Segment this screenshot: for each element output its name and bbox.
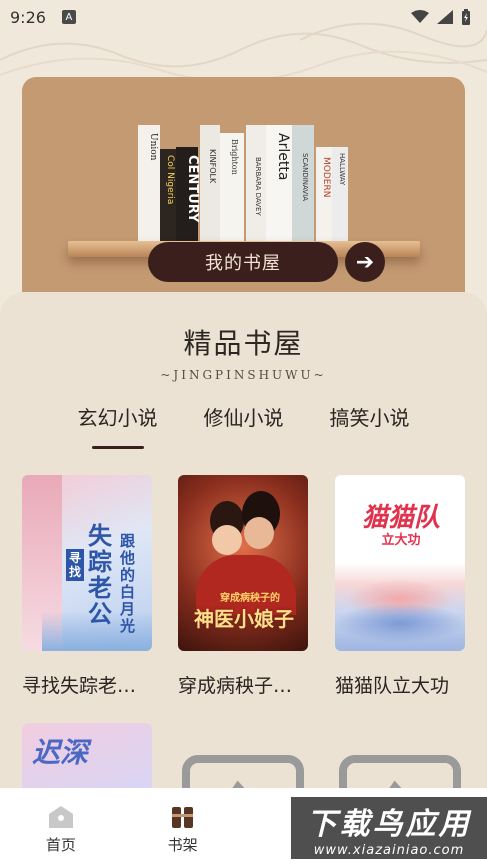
category-tabs: 玄幻小说 修仙小说 搞笑小说 <box>0 402 487 449</box>
cover-subtitle: 穿成病秧子的 <box>220 593 280 604</box>
bookshelf-icon <box>171 807 193 828</box>
book-title[interactable]: 猫猫队立大功 <box>335 671 467 698</box>
book-card[interactable]: 穿成病秧子的 神医小娘子 穿成病秧子… <box>178 475 308 698</box>
cover-subtitle: 立大功 <box>381 533 421 548</box>
book-cover[interactable]: 猫猫队 立大功 <box>335 475 465 651</box>
my-bookshelf-button[interactable]: 我的书屋 <box>148 242 338 282</box>
nav-bookshelf[interactable]: 书架 <box>122 788 244 867</box>
watermark-url: www.xiazainiao.com <box>313 842 465 858</box>
section-title: 精品书屋 <box>183 327 304 360</box>
nav-home[interactable]: 首页 <box>0 788 122 867</box>
spine-col-nigeria: Col Nigeria <box>165 155 175 204</box>
spine-union: Union <box>148 133 158 161</box>
spine-scandinavia: SCANDINAVIA <box>301 153 309 201</box>
book-card[interactable]: 猫猫队 立大功 猫猫队立大功 <box>335 475 465 698</box>
book-card[interactable]: 失踪老公 跟他的白月光 寻找 寻找失踪老… <box>22 475 152 698</box>
tab-xiuxian[interactable]: 修仙小说 <box>200 402 288 442</box>
spine-kinfolk: KINFOLK <box>208 149 217 184</box>
cover-title: 失踪老公 <box>88 521 112 628</box>
arrow-right-icon[interactable]: ➔ <box>345 242 385 282</box>
bookshelf-banner: Union Col Nigeria CENTURY KINFOLK Bright… <box>22 77 465 312</box>
nav-bookshelf-label: 书架 <box>167 836 198 854</box>
spine-barbara: BARBARA DAVEY <box>254 157 262 216</box>
cover-subtitle: 跟他的白月光 <box>120 532 136 635</box>
book-title[interactable]: 穿成病秧子… <box>178 671 310 698</box>
spine-arletta: Arletta <box>275 133 291 180</box>
spine-brighton: Brighton <box>230 139 239 175</box>
cover-title: 迟深 <box>32 736 89 769</box>
tab-xuanhuan[interactable]: 玄幻小说 <box>74 402 162 449</box>
spine-century: CENTURY <box>185 155 200 223</box>
book-cover[interactable]: 穿成病秧子的 神医小娘子 <box>178 475 308 651</box>
spine-modern: MODERN <box>321 157 331 197</box>
book-title[interactable]: 寻找失踪老… <box>22 671 154 698</box>
spine-hallway: HALLWAY <box>338 153 346 186</box>
watermark-title: 下载鸟应用 <box>306 806 472 842</box>
cover-tag: 寻找 <box>66 549 84 581</box>
content-sheet: 精品书屋 ~JINGPINSHUWU~ 玄幻小说 修仙小说 搞笑小说 失踪老公 … <box>0 292 487 867</box>
cover-title: 神医小娘子 <box>194 607 294 631</box>
tab-gaoxiao[interactable]: 搞笑小说 <box>326 402 414 442</box>
watermark: 下载鸟应用 www.xiazainiao.com <box>291 797 487 859</box>
home-icon <box>48 806 73 828</box>
nav-home-label: 首页 <box>45 836 76 854</box>
book-cover[interactable]: 失踪老公 跟他的白月光 寻找 <box>22 475 152 651</box>
section-subtitle: ~JINGPINSHUWU~ <box>160 368 327 382</box>
